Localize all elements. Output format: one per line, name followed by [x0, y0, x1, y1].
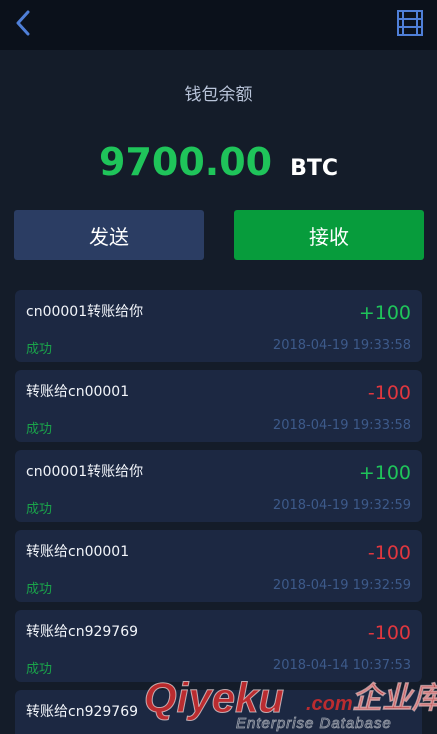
transaction-time: 2018-04-14 10:37:53: [272, 658, 411, 673]
transaction-time: 2018-04-19 19:32:59: [272, 498, 411, 513]
balance-unit: BTC: [290, 156, 338, 181]
transaction-time: 2018-04-19 19:32:59: [272, 578, 411, 593]
balance-display: 9700.00 BTC: [0, 140, 437, 184]
transaction-item[interactable]: cn00001转账给你 +100 成功 2018-04-19 19:33:58: [15, 290, 422, 362]
transaction-item[interactable]: 转账给cn929769 -100 成功 2018-04-14 10:37:53: [15, 610, 422, 682]
chevron-left-icon: [15, 10, 31, 40]
transaction-status: 成功: [26, 342, 53, 357]
transaction-description: cn00001转账给你: [26, 464, 144, 480]
transaction-status: 成功: [26, 502, 53, 517]
transaction-status: 成功: [26, 662, 53, 677]
list-menu-icon: [396, 9, 424, 41]
top-bar: [0, 0, 437, 50]
back-button[interactable]: [10, 10, 36, 40]
transaction-description: 转账给cn929769: [26, 704, 139, 720]
transaction-amount: +100: [358, 462, 411, 484]
transaction-description: 转账给cn00001: [26, 384, 130, 400]
transaction-amount: -100: [367, 622, 411, 644]
transaction-amount: +100: [358, 302, 411, 324]
transaction-description: cn00001转账给你: [26, 304, 144, 320]
transaction-amount: -100: [367, 542, 411, 564]
receive-button[interactable]: 接收: [234, 210, 424, 260]
transaction-amount: -100: [367, 382, 411, 404]
transaction-list[interactable]: cn00001转账给你 +100 成功 2018-04-19 19:33:58 …: [15, 290, 422, 734]
transaction-status: 成功: [26, 582, 53, 597]
transaction-item[interactable]: 转账给cn929769: [15, 690, 422, 734]
transaction-item[interactable]: 转账给cn00001 -100 成功 2018-04-19 19:33:58: [15, 370, 422, 442]
transaction-description: 转账给cn929769: [26, 624, 139, 640]
wallet-balance-label: 钱包余额: [184, 85, 253, 105]
balance-amount: 9700.00: [99, 140, 273, 184]
transaction-item[interactable]: cn00001转账给你 +100 成功 2018-04-19 19:32:59: [15, 450, 422, 522]
transaction-description: 转账给cn00001: [26, 544, 130, 560]
transaction-time: 2018-04-19 19:33:58: [272, 418, 411, 433]
transaction-item[interactable]: 转账给cn00001 -100 成功 2018-04-19 19:32:59: [15, 530, 422, 602]
menu-button[interactable]: [395, 10, 425, 40]
transaction-time: 2018-04-19 19:33:58: [272, 338, 411, 353]
transaction-status: 成功: [26, 422, 53, 437]
send-button[interactable]: 发送: [14, 210, 204, 260]
